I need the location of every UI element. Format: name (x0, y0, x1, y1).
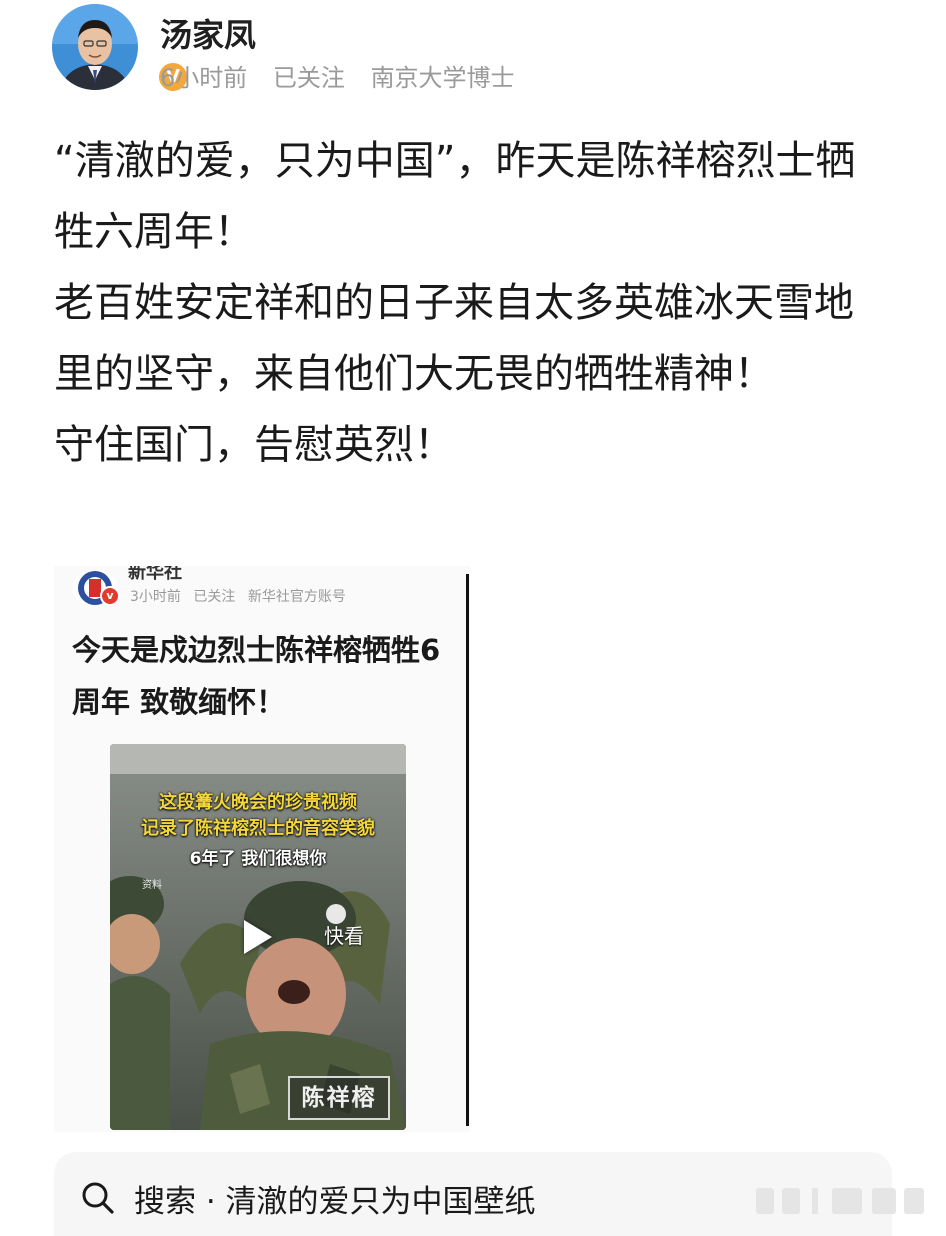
post-meta: 6小时前 已关注 南京大学博士 (160, 58, 533, 93)
avatar-image (52, 4, 138, 90)
video-caption-line2: 记录了陈祥榕烈士的音容笑貌 (141, 818, 375, 839)
watermark-icon (756, 1188, 924, 1214)
embedded-verified-icon: v (100, 586, 120, 606)
post-body: “清澈的爱，只为中国”，昨天是陈祥榕烈士牺牲六周年！ 老百姓安定祥和的日子来自太… (54, 126, 884, 481)
play-icon[interactable] (244, 920, 272, 954)
post-paragraph: “清澈的爱，只为中国”，昨天是陈祥榕烈士牺牲六周年！ (54, 138, 856, 255)
video-caption-line3: 6年了 我们很想你 (189, 849, 327, 869)
archive-label: 资料 (142, 880, 162, 891)
quick-watch-label[interactable]: 快看 (324, 920, 364, 949)
name-stamp: 陈祥榕 (288, 1076, 390, 1120)
video-thumbnail[interactable]: 这段篝火晚会的珍贵视频 记录了陈祥榕烈士的音容笑貌 6年了 我们很想你 资料 快… (110, 744, 406, 1130)
follow-status[interactable]: 已关注 (273, 64, 345, 92)
embedded-description: 新华社官方账号 (247, 589, 346, 605)
post-paragraph: 守住国门，告慰英烈！ (54, 422, 454, 468)
embedded-source-name: 新华社 (128, 566, 182, 583)
author-name[interactable]: 汤家凤 (160, 10, 256, 56)
divider (466, 574, 469, 1126)
embedded-follow-status: 已关注 (193, 589, 236, 605)
video-caption-line1: 这段篝火晚会的珍贵视频 (159, 792, 357, 813)
embedded-meta: 3小时前 已关注 新华社官方账号 (130, 586, 354, 606)
post-paragraph: 老百姓安定祥和的日子来自太多英雄冰天雪地里的坚守，来自他们大无畏的牺牲精神！ (54, 280, 854, 397)
search-suggestion[interactable]: 搜索 · 清澈的爱只为中国壁纸 (134, 1176, 536, 1221)
author-avatar[interactable]: V (52, 4, 190, 94)
embedded-post-image[interactable]: v 新华社 3小时前 已关注 新华社官方账号 今天是戍边烈士陈祥榕牺牲6周年 致… (54, 566, 470, 1132)
embedded-time: 3小时前 (130, 589, 181, 605)
search-icon (82, 1182, 114, 1214)
embedded-title: 今天是戍边烈士陈祥榕牺牲6周年 致敬缅怀！ (72, 633, 441, 719)
author-description: 南京大学博士 (370, 64, 515, 92)
post-page: V 汤家凤 6小时前 已关注 南京大学博士 “清澈的爱，只为中国”，昨天是陈祥榕… (0, 0, 946, 1236)
post-time: 6小时前 (160, 64, 248, 92)
